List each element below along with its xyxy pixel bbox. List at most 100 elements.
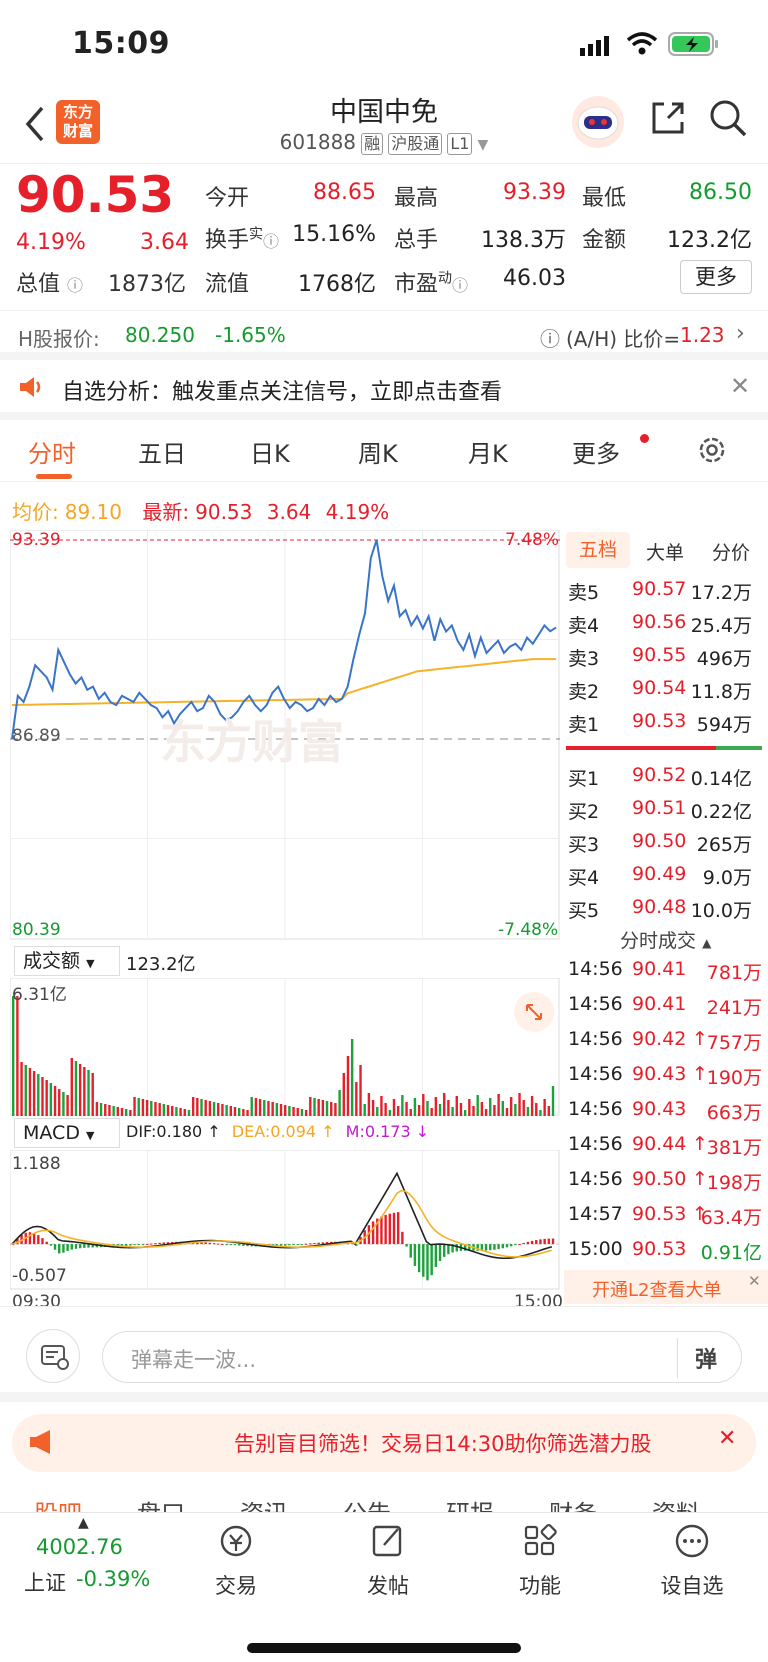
settings-icon[interactable] xyxy=(696,434,728,472)
amount-value: 123.2亿 xyxy=(667,228,752,253)
pe-label[interactable]: 市盈动ⓘ xyxy=(394,266,468,298)
volume-bar xyxy=(401,1095,404,1116)
tab-more[interactable]: 更多 xyxy=(572,434,620,469)
l2-banner[interactable]: 开通L2查看大单 ✕ xyxy=(564,1270,768,1304)
status-bar: 15:09 xyxy=(0,0,768,86)
danmaku-send[interactable]: 弹 xyxy=(695,1342,717,1374)
macd-selector[interactable]: MACD ▼ xyxy=(14,1118,120,1148)
nav-post[interactable]: 发帖 xyxy=(328,1523,448,1600)
volume-bar xyxy=(355,1082,358,1116)
macd-bar xyxy=(405,1244,408,1247)
volume-bar xyxy=(279,1104,283,1116)
tick-row: 14:56 90.42 ↑ 757万 xyxy=(568,1028,762,1054)
macd-bar xyxy=(539,1239,542,1245)
volume-bar xyxy=(217,1103,220,1116)
promo-close-icon[interactable]: ✕ xyxy=(718,1426,736,1451)
volume-bar xyxy=(426,1101,429,1116)
danmaku-toggle-icon[interactable] xyxy=(26,1329,80,1383)
tab-5day[interactable]: 五日 xyxy=(138,434,186,469)
volume-bar xyxy=(129,1110,132,1116)
tab-price-dist[interactable]: 分价 xyxy=(712,538,750,565)
volume-bar xyxy=(183,1109,186,1116)
robot-avatar[interactable] xyxy=(572,96,624,148)
section-tab[interactable]: 研报 xyxy=(446,1494,494,1512)
volume-bar xyxy=(221,1104,224,1116)
volume-bar xyxy=(501,1101,504,1116)
macd-bar xyxy=(32,1233,36,1245)
volume-bar xyxy=(392,1099,396,1116)
macd-bar xyxy=(501,1244,504,1249)
macd-bar xyxy=(522,1242,525,1245)
macd-bar xyxy=(443,1244,446,1257)
close-icon[interactable]: ✕ xyxy=(730,372,750,400)
volume-bar xyxy=(296,1108,299,1116)
section-tab[interactable]: 盘口 xyxy=(137,1494,185,1512)
ticks-title[interactable]: 分时成交 ▲ xyxy=(620,926,711,953)
tab-daily[interactable]: 日K xyxy=(250,434,290,469)
up-triangle-icon: ▲ xyxy=(78,1515,89,1531)
volume-bar xyxy=(275,1103,279,1116)
macd-bar xyxy=(150,1243,153,1245)
chart-tabs: 分时 五日 日K 周K 月K 更多 xyxy=(0,420,768,482)
macd-bar xyxy=(300,1244,304,1246)
tab-big-orders[interactable]: 大单 xyxy=(646,538,684,565)
expand-icon[interactable] xyxy=(514,992,554,1032)
macd-bar xyxy=(237,1244,241,1246)
volume-selector[interactable]: 成交额 ▼ xyxy=(14,946,120,976)
l2-text: 开通L2查看大单 xyxy=(592,1280,722,1301)
volume-bar xyxy=(334,1103,337,1116)
macd-bar xyxy=(396,1212,400,1245)
macd-bar xyxy=(62,1244,65,1253)
macd-bar xyxy=(53,1244,57,1250)
volume-bar xyxy=(137,1098,140,1116)
volume-bar xyxy=(162,1104,166,1116)
search-icon[interactable] xyxy=(708,98,748,142)
tab-five-levels[interactable]: 五档 xyxy=(566,532,630,568)
macd-bar xyxy=(392,1212,396,1245)
amount-label: 金额 xyxy=(582,228,627,253)
megaphone-icon xyxy=(28,1428,58,1460)
volume-bar xyxy=(325,1101,329,1116)
volume-bar xyxy=(28,1068,32,1116)
turnover-label[interactable]: 换手实ⓘ xyxy=(205,222,279,254)
nav-functions[interactable]: 功能 xyxy=(480,1523,600,1600)
macd-bar xyxy=(317,1242,320,1245)
volume-bar xyxy=(468,1099,471,1116)
l2-close-icon[interactable]: ✕ xyxy=(748,1272,761,1290)
volume-bar xyxy=(237,1108,241,1116)
section-tab[interactable]: 资料 xyxy=(652,1494,700,1512)
volume-bar xyxy=(304,1110,308,1116)
chart-prev-close: 86.89 xyxy=(12,726,61,746)
hshare-bar[interactable]: H股报价: 80.250 -1.65% ⓘ (A/H) 比价= 1.23 › xyxy=(0,310,768,360)
asks-row: 卖2 90.54 11.8万 xyxy=(568,677,752,703)
macd-bar xyxy=(413,1244,417,1266)
macd-bar xyxy=(45,1241,48,1245)
notice-bar[interactable]: 自选分析：触发重点关注信号，立即点击查看 ✕ xyxy=(0,360,768,420)
volume-bar xyxy=(246,1110,249,1116)
mktcap-label[interactable]: 总值 ⓘ xyxy=(16,266,83,298)
section-tab[interactable]: 股吧 xyxy=(34,1494,82,1512)
danmaku-input[interactable]: 弹幕走一波... 弹 xyxy=(102,1331,742,1383)
tab-intraday[interactable]: 分时 xyxy=(28,434,76,469)
promo-banner[interactable]: 告别盲目筛选！交易日14:30助你筛选潜力股 ✕ xyxy=(12,1414,756,1472)
volume-bar xyxy=(455,1096,458,1116)
volume-bar xyxy=(37,1074,40,1116)
nav-trade[interactable]: 交易 xyxy=(176,1523,296,1600)
tab-weekly[interactable]: 周K xyxy=(358,434,398,469)
tab-monthly[interactable]: 月K xyxy=(468,434,508,469)
more-button[interactable]: 更多 xyxy=(680,260,752,294)
tag-hgt: 沪股通 xyxy=(388,133,443,155)
nav-add-watchlist[interactable]: 设自选 xyxy=(632,1523,752,1600)
asks-row: 卖4 90.56 25.4万 xyxy=(568,611,752,637)
section-tab[interactable]: 财务 xyxy=(549,1494,597,1512)
share-icon[interactable] xyxy=(648,98,688,142)
section-tab[interactable]: 资讯 xyxy=(240,1494,288,1512)
macd-bar xyxy=(505,1244,509,1248)
section-tab[interactable]: 公告 xyxy=(343,1494,391,1512)
macd-bar xyxy=(535,1240,538,1245)
volume-bar xyxy=(20,1062,23,1116)
volume-bar xyxy=(41,1077,44,1116)
index-widget[interactable]: ▲ 4002.76 上证 -0.39% xyxy=(20,1513,170,1613)
hshare-label: H股报价: xyxy=(18,327,100,351)
volume-bar xyxy=(350,1039,354,1116)
